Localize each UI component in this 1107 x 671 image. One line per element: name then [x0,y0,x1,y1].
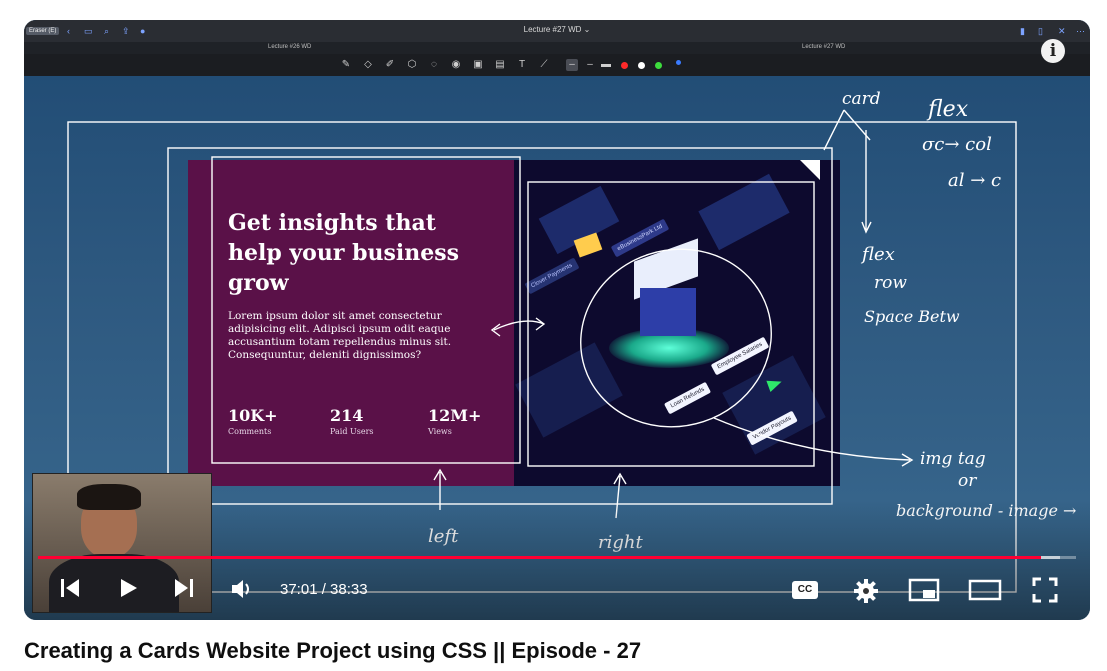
green-color-swatch [655,62,662,69]
stat-label: Comments [228,427,272,436]
insights-card: Get insights that help your business gro… [188,160,840,486]
more-icon: ⋯ [1076,26,1085,36]
progress-bar[interactable] [38,556,1076,559]
stat-comments: 10K+ Comments [228,406,278,436]
document-title: Lecture #27 WD ⌄ [523,25,591,34]
image-icon: ▣ [473,59,483,70]
video-title: Creating a Cards Website Project using C… [24,638,642,663]
lasso-icon: ◌ [431,59,437,70]
iso-tile [698,173,790,251]
app-title-bar: Eraser (E) ‹ ▭ ⌕ ⇪ ● Lecture #27 WD ⌄ ▮ … [24,20,1090,42]
stat-value: 214 [330,406,364,425]
illustration-building [640,288,696,336]
stat-value: 10K+ [228,406,278,425]
stat-value: 12M+ [428,406,482,425]
tab-lecture-27: Lecture #27 WD [802,44,846,50]
ruler-icon: ⟋ [540,59,548,70]
video-player[interactable]: Eraser (E) ‹ ▭ ⌕ ⇪ ● Lecture #27 WD ⌄ ▮ … [24,20,1090,620]
eraser-icon: ◇ [364,59,372,70]
illustration-corner [800,160,820,180]
medium-line-icon: – [587,59,593,70]
text-icon: T [518,59,526,70]
new-page-icon: ▯ [1038,26,1043,36]
miniplayer-icon[interactable] [908,578,940,602]
theater-mode-icon[interactable] [968,578,1002,602]
next-icon[interactable] [172,576,196,600]
presenter-hair [77,484,141,510]
illustration-label: Loan Refunds [663,381,712,415]
fullscreen-icon[interactable] [1032,577,1058,603]
document-tabs: Lecture #26 WD Lecture #27 WD [24,42,1090,54]
camera-icon: ▤ [495,59,505,70]
highlighter-icon: ✐ [385,59,395,70]
play-icon[interactable] [116,576,140,600]
card-paragraph: Lorem ipsum dolor sit amet consectetur a… [228,310,452,361]
card-illustration: eBusinessPark Ltd Clover Payments Employ… [514,160,840,486]
info-card-button[interactable]: i [1041,39,1065,63]
shapes-icon: ⬡ [407,59,417,70]
previous-icon[interactable] [58,576,82,600]
blue-color-swatch [676,60,681,65]
eye-icon: ◉ [451,59,461,70]
stat-views: 12M+ Views [428,406,481,436]
close-icon: ✕ [1058,26,1066,36]
pen-icon: ✎ [341,59,351,70]
subtitles-button[interactable]: CC [792,581,818,599]
card-headline: Get insights that help your business gro… [228,210,459,296]
white-color-swatch [638,62,645,69]
red-color-swatch [621,62,628,69]
card-left-panel: Get insights that help your business gro… [188,160,514,486]
drawing-toolbar: ✎ ◇ ✐ ⬡ ◌ ◉ ▣ ▤ T ⟋ – – ▬ [24,54,1090,76]
iso-tile [722,355,826,455]
thin-line-icon: – [566,59,578,71]
thick-line-icon: ▬ [601,59,611,70]
tab-lecture-26: Lecture #26 WD [268,44,312,50]
stat-label: Paid Users [330,427,374,436]
bookmark-icon: ▮ [1020,26,1025,36]
settings-gear-icon[interactable] [853,578,879,604]
progress-played [38,556,1042,559]
stat-label: Views [428,427,452,436]
illustration-label: Clover Payments [524,257,580,295]
iso-tile [515,342,623,438]
time-display: 37:01 / 38:33 [280,581,368,598]
stat-paid-users: 214 Paid Users [330,406,374,436]
volume-icon[interactable] [230,577,256,601]
